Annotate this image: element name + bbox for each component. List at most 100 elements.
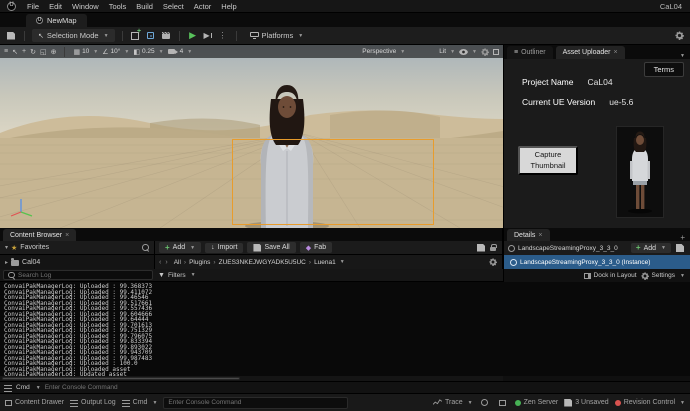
viewport-toolbar: ≡ ↖ + ↻ ◱ ⊕ ▦ 10 ▼ ∠ 10° ▼ ◧ 0.25 ▼ 4 ▼ Perspec… — [0, 45, 503, 58]
menu-window[interactable]: Window — [67, 2, 104, 11]
scale-tool-icon[interactable]: ◱ — [40, 48, 47, 56]
play-button[interactable]: ▶ — [187, 29, 199, 42]
log-search-input[interactable] — [18, 271, 148, 279]
viewport-options-button[interactable] — [481, 47, 489, 56]
close-icon[interactable]: × — [538, 232, 542, 239]
revision-control-status-icon — [614, 399, 621, 406]
platforms-dropdown[interactable]: Platforms ▼ — [244, 29, 310, 42]
statusbar-console-box[interactable] — [163, 396, 349, 409]
breadcrumb-all[interactable]: All — [174, 259, 181, 266]
back-icon[interactable]: ‹ — [159, 259, 161, 266]
skip-frame-button[interactable]: ▶ — [202, 29, 214, 42]
fab-icon: ◆ — [305, 244, 312, 252]
scrollbar-thumb[interactable] — [2, 377, 240, 380]
menu-tools[interactable]: Tools — [104, 2, 132, 11]
capture-thumbnail-button[interactable]: Capture Thumbnail — [518, 146, 578, 175]
show-flags-dropdown[interactable]: ▼ — [459, 48, 477, 55]
view-mode-dropdown[interactable]: Lit ▼ — [439, 48, 455, 55]
level-viewport[interactable]: ≡ ↖ + ↻ ◱ ⊕ ▦ 10 ▼ ∠ 10° ▼ ◧ 0.25 ▼ 4 ▼ Perspec… — [0, 45, 503, 228]
import-button[interactable]: ↓ Import — [205, 242, 244, 253]
select-tool-icon[interactable]: ↖ — [12, 48, 18, 56]
chevron-down-icon[interactable]: ▼ — [340, 259, 345, 265]
save-level-button[interactable] — [5, 29, 17, 42]
scale-snap-dropdown[interactable]: ◧ 0.25 ▼ — [133, 48, 163, 56]
selection-mode-dropdown[interactable]: ↖ Selection Mode ▼ — [32, 29, 115, 42]
path-options-button[interactable] — [487, 256, 499, 269]
cinematics-button[interactable] — [160, 29, 172, 42]
close-icon[interactable]: × — [613, 49, 617, 56]
unreal-logo-icon — [7, 1, 16, 11]
toolbar-settings-button[interactable] — [673, 29, 685, 42]
details-save-button[interactable] — [674, 242, 686, 255]
terms-button[interactable]: Terms — [643, 62, 684, 77]
details-tabs: Details × + — [504, 228, 690, 242]
console-command-input[interactable] — [44, 384, 686, 391]
breadcrumb-plugin-id[interactable]: ZUES3NKEJWGYADK5U5UC — [210, 259, 306, 266]
log-filters-dropdown[interactable]: ▼ Filters ▼ — [158, 272, 196, 279]
close-icon[interactable]: × — [65, 232, 69, 239]
project-name-value: CaL04 — [587, 77, 613, 87]
output-log[interactable]: ConvaiPakManagerLog: Uploaded : 99.36837… — [0, 282, 690, 376]
tree-item-cal04[interactable]: ▸ Cal04 — [0, 255, 155, 269]
console-command-row: Cmd ▼ — [0, 381, 690, 393]
lock-button[interactable] — [487, 241, 499, 254]
ue-version-label: Current UE Version — [522, 97, 596, 107]
details-instance-row[interactable]: LandscapeStreamingProxy_3_3_0 (Instance) — [504, 255, 690, 269]
dock-in-layout-button[interactable]: Dock in Layout — [583, 272, 637, 279]
widget-reflector-button[interactable] — [497, 396, 509, 409]
log-search-box[interactable] — [3, 270, 153, 280]
list-icon: ≡ — [514, 49, 519, 56]
import-arrow-icon: ↓ — [211, 244, 215, 251]
favorites-header[interactable]: ▾ ★ Favorites — [0, 241, 155, 254]
tab-options-icon[interactable]: ▼ — [680, 53, 685, 59]
camera-speed-dropdown[interactable]: 4 ▼ — [167, 48, 192, 55]
perspective-dropdown[interactable]: Perspective ▼ — [362, 48, 405, 55]
output-log-button[interactable]: Output Log — [70, 399, 116, 407]
trace-dropdown[interactable]: Trace ▼ — [433, 399, 473, 406]
zen-server-status[interactable]: Zen Server — [514, 399, 558, 406]
viewport-menu-icon[interactable]: ≡ — [4, 48, 8, 55]
menu-edit[interactable]: Edit — [44, 2, 67, 11]
chevron-down-icon: ▼ — [93, 48, 99, 55]
menu-file[interactable]: File — [22, 2, 44, 11]
maximize-viewport-button[interactable] — [493, 48, 499, 55]
rotate-tool-icon[interactable]: ↻ — [30, 48, 36, 56]
blueprints-button[interactable] — [145, 29, 157, 42]
save-all-button[interactable]: Save All — [247, 242, 296, 253]
breadcrumb-plugins[interactable]: Plugins — [181, 259, 210, 266]
chevron-down-icon: ▼ — [190, 272, 196, 278]
forward-icon[interactable]: › — [165, 259, 167, 266]
world-space-icon[interactable]: ⊕ — [51, 48, 57, 56]
quick-add-button[interactable] — [130, 28, 142, 42]
drawer-settings-dropdown[interactable]: Settings ▼ — [640, 271, 685, 280]
selection-mode-label: Selection Mode — [46, 31, 99, 40]
add-component-button[interactable]: + Add ▼ — [630, 243, 671, 253]
breadcrumb-luena1[interactable]: Luena1 — [306, 259, 336, 266]
tab-outliner[interactable]: ≡ Outliner — [507, 46, 553, 59]
tab-asset-uploader[interactable]: Asset Uploader × — [555, 46, 625, 59]
unsaved-status[interactable]: 3 Unsaved — [564, 398, 609, 407]
play-options-button[interactable]: ⋮ — [217, 29, 229, 42]
menu-actor[interactable]: Actor — [189, 2, 217, 11]
menu-help[interactable]: Help — [216, 2, 241, 11]
search-icon[interactable] — [142, 244, 149, 251]
revision-control-dropdown[interactable]: Revision Control ▼ — [614, 399, 685, 406]
tab-newmap[interactable]: NewMap — [26, 14, 87, 27]
cmd-dropdown[interactable]: Cmd — [16, 384, 30, 391]
menu-select[interactable]: Select — [158, 2, 189, 11]
rotation-snap-dropdown[interactable]: ∠ 10° ▼ — [102, 48, 129, 56]
grid-snap-dropdown[interactable]: ▦ 10 ▼ — [73, 48, 98, 56]
console-icon — [4, 384, 12, 392]
statusbar-cmd-dropdown[interactable]: Cmd ▼ — [121, 399, 157, 407]
fab-button[interactable]: ◆ Fab — [299, 242, 333, 253]
save-dirty-packages-button[interactable] — [475, 241, 487, 254]
tab-asset-uploader-label: Asset Uploader — [562, 49, 611, 56]
statusbar-console-input[interactable] — [168, 399, 344, 406]
menu-build[interactable]: Build — [131, 2, 158, 11]
add-content-button[interactable]: + Add ▼ — [159, 242, 202, 253]
character-thumbnail — [616, 126, 664, 218]
insights-button[interactable] — [479, 396, 491, 409]
content-drawer-button[interactable]: Content Drawer — [5, 399, 64, 406]
camera-icon — [167, 49, 178, 54]
move-tool-icon[interactable]: + — [22, 48, 26, 55]
